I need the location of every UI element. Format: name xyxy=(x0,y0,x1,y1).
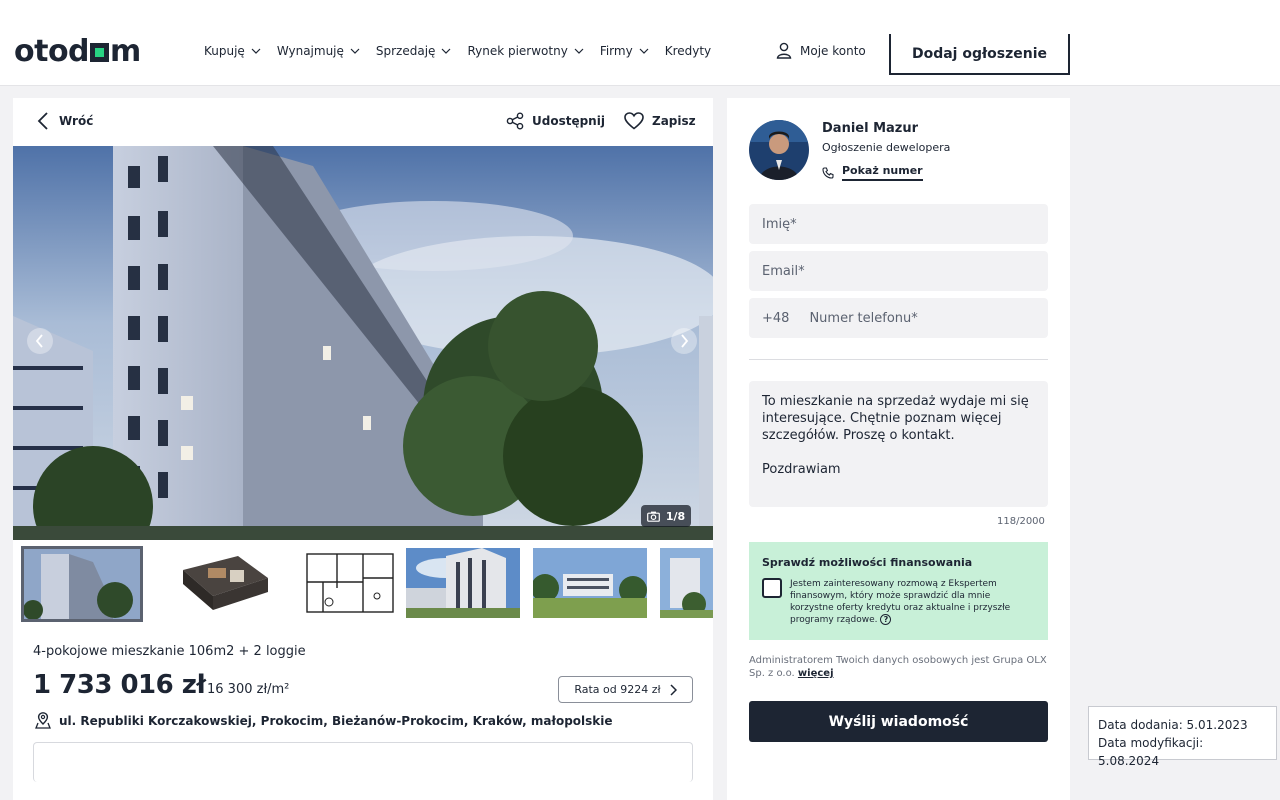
chevron-right-icon xyxy=(670,683,677,696)
date-added: Data dodania: 5.01.2023 xyxy=(1098,718,1248,732)
camera-icon xyxy=(646,511,660,522)
form-divider xyxy=(749,359,1048,360)
price-per-m2: 16 300 zł/m² xyxy=(207,682,290,697)
financing-consent-text: Jestem zainteresowany rozmową z Eksperte… xyxy=(790,579,1011,625)
building-photo xyxy=(13,146,713,540)
name-field[interactable]: Imię* xyxy=(749,204,1048,244)
chevron-down-icon xyxy=(442,48,451,54)
privacy-more-link[interactable]: więcej xyxy=(798,668,834,679)
account-link[interactable]: Moje konto xyxy=(776,42,866,59)
financing-checkbox[interactable] xyxy=(762,578,782,598)
listing-toolbar: Wróć Udostępnij Zapisz xyxy=(13,98,713,146)
listing-dates: Data dodania: 5.01.2023 Data modyfikacji… xyxy=(1088,706,1277,768)
next-photo-button[interactable] xyxy=(671,328,697,354)
share-icon xyxy=(506,112,524,130)
chevron-down-icon xyxy=(251,48,261,54)
chevron-left-icon xyxy=(35,334,43,348)
main-nav: Kupuję Wynajmuję Sprzedaję Rynek pierwot… xyxy=(204,44,711,58)
nav-wynajmuje[interactable]: Wynajmuję xyxy=(277,44,360,58)
show-number-button[interactable]: Pokaż numer xyxy=(822,164,923,181)
listing-price: 1 733 016 zł xyxy=(33,670,206,700)
back-button[interactable]: Wróć xyxy=(37,112,93,130)
save-button[interactable]: Zapisz xyxy=(624,112,696,130)
listing-address[interactable]: ul. Republiki Korczakowskiej, Prokocim, … xyxy=(35,712,613,729)
date-modified: Data modyfikacji: 5.08.2024 xyxy=(1098,736,1204,768)
thumbnail-4[interactable] xyxy=(406,548,520,618)
phone-icon xyxy=(822,166,834,179)
char-counter: 118/2000 xyxy=(997,516,1045,527)
thumbnail-2[interactable] xyxy=(168,548,282,618)
agent-avatar xyxy=(749,120,809,180)
thumbnail-3[interactable] xyxy=(293,548,407,618)
thumbnail-5[interactable] xyxy=(533,548,647,618)
site-header: otod m Kupuję Wynajmuję Sprzedaję Rynek p… xyxy=(0,0,1280,86)
contact-panel: Daniel Mazur Ogłoszenie dewelopera Pokaż… xyxy=(727,98,1070,800)
prev-photo-button[interactable] xyxy=(27,328,53,354)
chevron-right-icon xyxy=(681,334,689,348)
privacy-notice: Administratorem Twoich danych osobowych … xyxy=(749,655,1047,679)
thumbnail-6[interactable] xyxy=(660,548,713,618)
photo-counter: 1/8 xyxy=(641,505,691,527)
financing-box: Sprawdź możliwości finansowania Jestem z… xyxy=(749,542,1048,640)
logo-square-icon xyxy=(90,43,110,62)
chevron-left-icon xyxy=(37,112,48,130)
nav-kredyty[interactable]: Kredyty xyxy=(665,44,711,58)
agent-name: Daniel Mazur xyxy=(822,121,919,136)
thumbnail-1[interactable] xyxy=(21,546,143,622)
nav-rynek-pierwotny[interactable]: Rynek pierwotny xyxy=(467,44,584,58)
nav-sprzedaje[interactable]: Sprzedaję xyxy=(376,44,452,58)
message-textarea[interactable]: To mieszkanie na sprzedaż wydaje mi się … xyxy=(749,381,1048,507)
installment-button[interactable]: Rata od 9224 zł xyxy=(558,676,693,703)
otodom-logo[interactable]: otod m xyxy=(14,34,141,70)
listing-title: 4-pokojowe mieszkanie 106m2 + 2 loggie xyxy=(33,644,306,659)
chevron-down-icon xyxy=(574,48,584,54)
add-listing-button[interactable]: Dodaj ogłoszenie xyxy=(889,34,1070,75)
share-button[interactable]: Udostępnij xyxy=(506,112,605,130)
collapsed-info-box[interactable] xyxy=(33,742,693,782)
info-icon[interactable]: ? xyxy=(880,614,892,625)
map-pin-icon xyxy=(35,712,51,729)
nav-firmy[interactable]: Firmy xyxy=(600,44,649,58)
main-photo[interactable]: 1/8 xyxy=(13,146,713,540)
financing-title: Sprawdź możliwości finansowania xyxy=(762,556,973,569)
phone-prefix[interactable]: +48 xyxy=(762,311,789,326)
phone-field[interactable]: +48 Numer telefonu* xyxy=(749,298,1048,338)
heart-icon xyxy=(624,112,644,130)
send-message-button[interactable]: Wyślij wiadomość xyxy=(749,701,1048,742)
user-icon xyxy=(776,42,792,59)
agent-type: Ogłoszenie dewelopera xyxy=(822,141,951,154)
email-field[interactable]: Email* xyxy=(749,251,1048,291)
chevron-down-icon xyxy=(350,48,360,54)
chevron-down-icon xyxy=(639,48,649,54)
nav-kupuje[interactable]: Kupuję xyxy=(204,44,261,58)
thumbnail-strip xyxy=(21,546,713,624)
listing-panel: Wróć Udostępnij Zapisz 1/8 4-pokojowe mi… xyxy=(13,98,713,800)
